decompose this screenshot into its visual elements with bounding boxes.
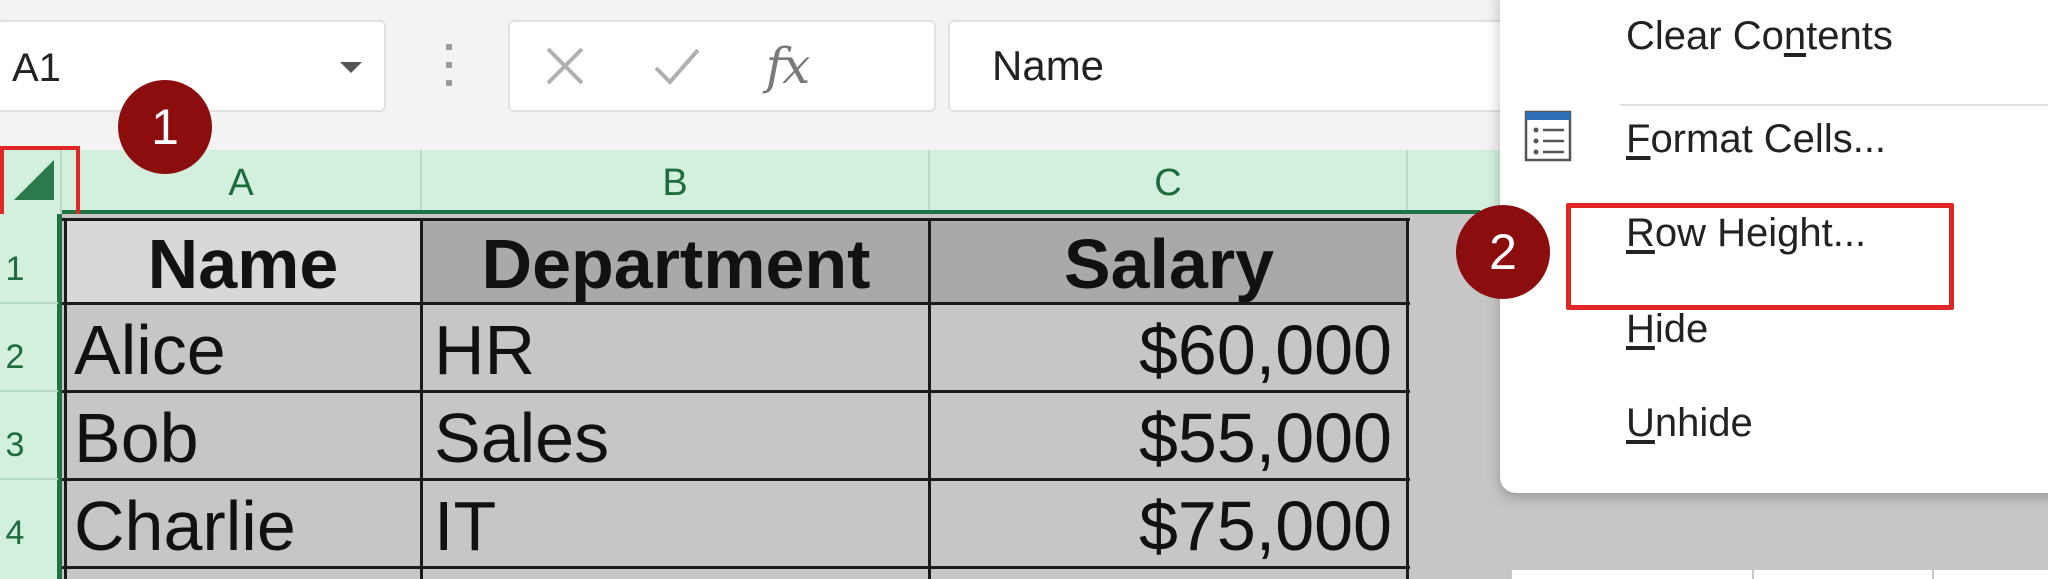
menu-item-label: ide (1654, 307, 1709, 351)
enter-button[interactable] (622, 22, 732, 110)
cell-a2[interactable]: Alice (74, 308, 420, 392)
check-icon (654, 48, 700, 85)
cancel-button[interactable] (510, 22, 620, 110)
fx-icon: fx (765, 37, 811, 95)
callout-badge-1: 1 (118, 80, 212, 174)
column-header-b[interactable]: B (422, 150, 930, 210)
grip-icon[interactable] (442, 40, 456, 90)
chevron-down-icon[interactable] (340, 62, 362, 73)
menu-divider (1620, 104, 2048, 106)
menu-item-unhide[interactable]: Unhide (1626, 401, 1753, 446)
menu-item-label: tents (1806, 14, 1893, 58)
menu-item-label: Clear Co (1626, 14, 1784, 58)
name-box-value: A1 (12, 46, 61, 90)
callout-badge-2: 2 (1456, 205, 1550, 299)
cell-b3[interactable]: Sales (434, 396, 930, 480)
row-height-highlight (1566, 203, 1954, 310)
cell-c4[interactable]: $75,000 (930, 484, 1392, 568)
row-separator (0, 390, 58, 392)
cell-a4[interactable]: Charlie (74, 484, 420, 568)
row-header-4[interactable]: 4 (0, 514, 30, 553)
close-icon (546, 47, 584, 85)
excel-window: A1 fx Name A B C 1 2 3 4 Name Department… (0, 0, 2048, 579)
menu-item-accelerator: F (1626, 117, 1651, 161)
formula-buttons: fx (508, 20, 936, 112)
menu-item-accelerator: H (1626, 307, 1655, 351)
insert-function-button[interactable]: fx (732, 22, 842, 110)
partial-panel (1510, 568, 2048, 579)
menu-item-accelerator: n (1783, 14, 1807, 58)
panel-divider (1752, 570, 1754, 579)
column-header-a[interactable]: A (62, 150, 422, 210)
select-all-highlight (0, 146, 80, 218)
table-border (62, 218, 1410, 221)
table-border (64, 218, 67, 579)
cell-c2[interactable]: $60,000 (930, 308, 1392, 392)
row-header-3[interactable]: 3 (0, 426, 30, 465)
menu-item-format-cells[interactable]: Format Cells... (1626, 117, 1886, 162)
cell-b1[interactable]: Department (422, 220, 930, 304)
table-border (928, 218, 931, 579)
cell-c3[interactable]: $55,000 (930, 396, 1392, 480)
menu-item-clear-contents[interactable]: Clear Contents (1626, 14, 1893, 59)
table-border (62, 302, 1410, 305)
row-header-1[interactable]: 1 (0, 250, 30, 289)
table-border (420, 218, 423, 579)
table-border (1406, 218, 1409, 579)
cell-a3[interactable]: Bob (74, 396, 420, 480)
column-header-c[interactable]: C (930, 150, 1408, 210)
panel-divider (1932, 570, 1934, 579)
table-border (62, 478, 1410, 481)
menu-item-accelerator: U (1626, 401, 1655, 445)
menu-item-label: nhide (1654, 401, 1753, 445)
table-border (62, 566, 1410, 569)
row-separator (0, 302, 58, 304)
row-separator (0, 478, 58, 480)
row-header-2[interactable]: 2 (0, 338, 30, 377)
cell-a1[interactable]: Name (66, 220, 420, 304)
cell-b2[interactable]: HR (434, 308, 930, 392)
cell-c1[interactable]: Salary (930, 220, 1408, 304)
format-cells-icon (1524, 110, 1572, 162)
menu-item-hide[interactable]: Hide (1626, 307, 1708, 352)
table-border (62, 390, 1410, 393)
menu-item-label: ormat Cells... (1650, 117, 1887, 161)
cell-b4[interactable]: IT (434, 484, 930, 568)
formula-value: Name (992, 42, 1105, 89)
